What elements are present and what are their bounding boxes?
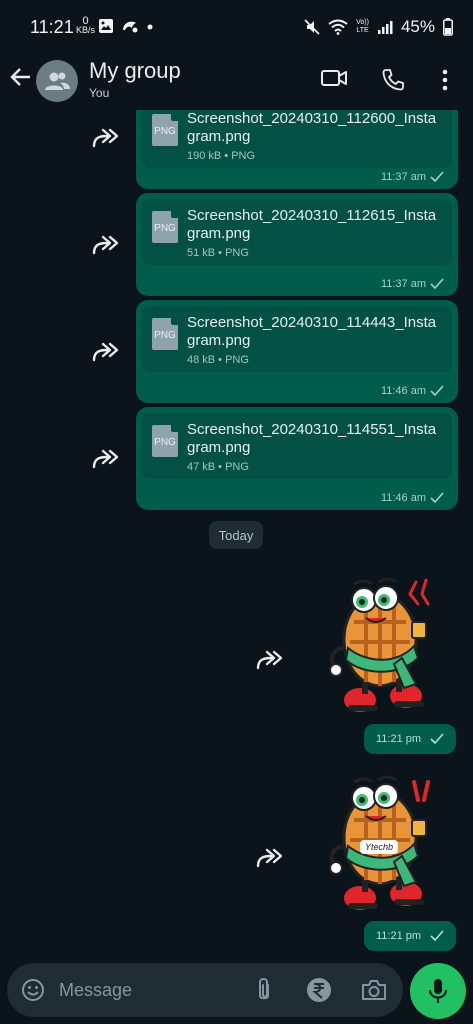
date-divider: Today <box>209 521 263 549</box>
chat-title[interactable]: My group <box>89 58 181 84</box>
png-file-label: PNG <box>154 330 176 341</box>
message-time: 11:21 pm <box>376 733 422 745</box>
sent-tick-icon <box>430 385 444 396</box>
group-icon <box>45 72 70 90</box>
signal-icon <box>377 21 393 34</box>
volte-label: Vo)) <box>356 19 369 26</box>
status-right: Vo)) LTE 45% <box>304 17 453 37</box>
png-file-label: PNG <box>154 126 176 137</box>
battery-percent: 45% <box>400 17 435 36</box>
volte-indicator: Vo)) LTE <box>356 19 369 35</box>
back-arrow-icon[interactable] <box>10 66 32 88</box>
network-speed: 0 KB/s <box>76 16 96 35</box>
forward-icon[interactable] <box>91 449 119 469</box>
file-message[interactable]: PNG Screenshot_20240310_114443_Instagram… <box>136 300 458 403</box>
file-message[interactable]: PNG Screenshot_20240310_114551_Instagram… <box>136 407 458 510</box>
group-avatar[interactable] <box>36 60 78 102</box>
chat-header: My group You <box>0 54 473 110</box>
forward-icon[interactable] <box>91 235 119 255</box>
forward-icon[interactable] <box>255 650 283 670</box>
camera-icon[interactable] <box>361 978 387 1002</box>
status-time: 11:21 <box>30 17 74 37</box>
file-name: Screenshot_20240310_114443_Instagram.png <box>187 314 437 349</box>
forward-icon[interactable] <box>255 848 283 868</box>
voice-record-button[interactable] <box>410 963 466 1019</box>
file-attachment[interactable]: PNG Screenshot_20240310_114551_Instagram… <box>142 413 452 479</box>
file-meta: 48 kB • PNG <box>187 354 249 366</box>
video-call-icon[interactable] <box>321 68 347 88</box>
file-attachment[interactable]: PNG Screenshot_20240310_114443_Instagram… <box>142 306 452 372</box>
png-file-label: PNG <box>154 437 176 448</box>
mute-icon <box>304 19 320 35</box>
status-bar: 11:21 0 KB/s Vo)) LTE 45% <box>0 0 473 54</box>
gallery-icon <box>99 19 113 33</box>
png-file-icon: PNG <box>152 211 178 243</box>
app-notification-icon <box>123 21 138 33</box>
message-composer[interactable]: Message <box>7 963 403 1017</box>
message-time: 11:46 am <box>380 492 426 504</box>
microphone-icon <box>429 979 447 1003</box>
file-message[interactable]: PNG Screenshot_20240310_112615_Instagram… <box>136 193 458 296</box>
png-file-icon: PNG <box>152 425 178 457</box>
message-time: 11:46 am <box>380 385 426 397</box>
png-file-icon: PNG <box>152 318 178 350</box>
network-speed-unit: KB/s <box>76 25 96 35</box>
chat-subtitle: You <box>89 86 110 100</box>
file-meta: 47 kB • PNG <box>187 461 249 473</box>
lte-label: LTE <box>356 27 369 34</box>
forward-icon[interactable] <box>91 128 119 148</box>
sticker-badge: Ytechb <box>360 840 399 854</box>
file-name: Screenshot_20240310_114551_Instagram.png <box>187 421 437 456</box>
png-file-icon: PNG <box>152 114 178 146</box>
sent-tick-icon <box>430 733 444 744</box>
attach-icon[interactable] <box>256 977 272 1003</box>
file-meta: 51 kB • PNG <box>187 247 249 259</box>
sent-tick-icon <box>430 171 444 182</box>
emoji-icon[interactable] <box>21 978 45 1002</box>
message-time: 11:37 am <box>380 171 426 183</box>
message-time: 11:37 am <box>380 278 426 290</box>
png-file-label: PNG <box>154 223 176 234</box>
rupee-payment-icon[interactable] <box>306 977 332 1003</box>
more-options-icon[interactable] <box>439 68 451 92</box>
message-time: 11:21 pm <box>376 930 422 942</box>
message-input[interactable]: Message <box>59 980 132 1001</box>
file-attachment[interactable]: PNG Screenshot_20240310_112600_Instagram… <box>142 102 452 168</box>
dot-icon <box>147 24 153 30</box>
file-name: Screenshot_20240310_112600_Instagram.png <box>187 110 437 145</box>
sent-tick-icon <box>430 278 444 289</box>
wifi-icon <box>328 19 348 35</box>
file-attachment[interactable]: PNG Screenshot_20240310_112615_Instagram… <box>142 199 452 265</box>
waffle-sticker[interactable] <box>318 572 436 718</box>
file-meta: 190 kB • PNG <box>187 150 256 162</box>
sent-tick-icon <box>430 930 444 941</box>
sent-tick-icon <box>430 492 444 503</box>
voice-call-icon[interactable] <box>381 68 405 92</box>
forward-icon[interactable] <box>91 342 119 362</box>
sticker-time-pill: 11:21 pm <box>364 921 456 951</box>
notification-icons <box>98 18 154 34</box>
file-name: Screenshot_20240310_112615_Instagram.png <box>187 207 437 242</box>
battery-icon <box>443 18 453 36</box>
sticker-time-pill: 11:21 pm <box>364 724 456 754</box>
waffle-sticker-watermarked[interactable]: Ytechb <box>318 770 436 916</box>
